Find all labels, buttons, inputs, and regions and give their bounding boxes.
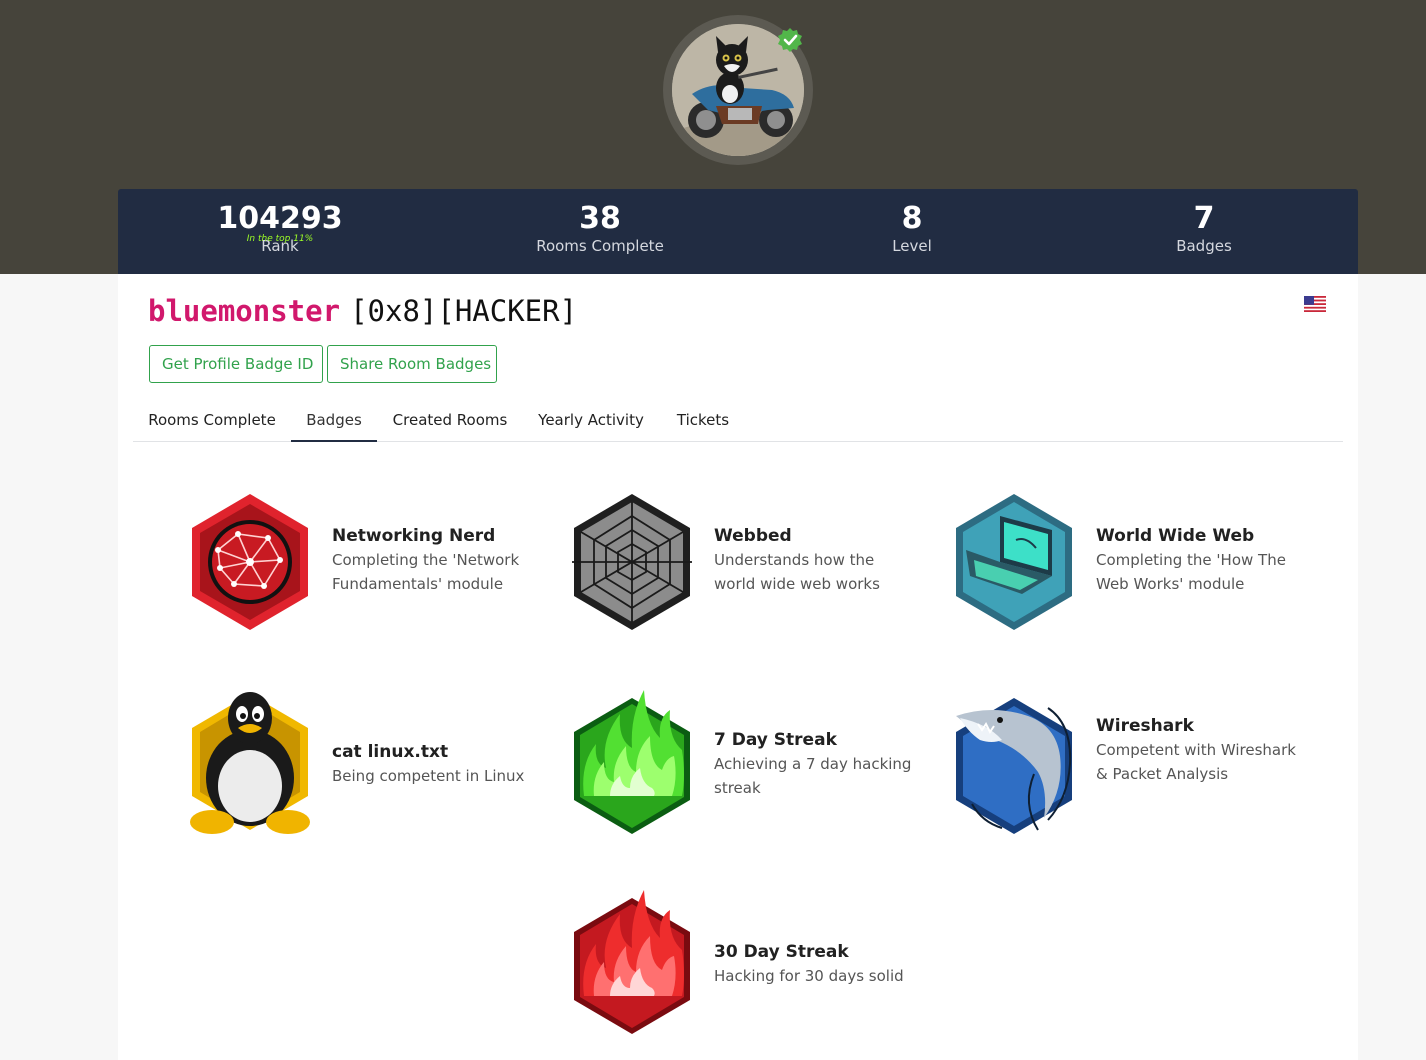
badge-description: Being competent in Linux xyxy=(332,767,525,785)
badge-description: Understands how the world wide web works xyxy=(714,551,880,593)
badge-7-day-streak[interactable]: 7 Day Streak Achieving a 7 day hacking s… xyxy=(570,684,950,854)
badge-title: Wireshark xyxy=(1096,716,1194,736)
badge-description: Competent with Wireshark & Packet Analys… xyxy=(1096,741,1296,783)
level-value: 8 xyxy=(901,201,923,236)
red-fire-icon xyxy=(574,890,690,1034)
badge-networking-nerd[interactable]: Networking Nerd Completing the 'Network … xyxy=(188,490,568,660)
badges-count-value: 7 xyxy=(1193,201,1215,236)
laptop-web-icon xyxy=(956,494,1072,630)
rooms-complete-label: Rooms Complete xyxy=(536,237,664,255)
level-stat: 8 Level xyxy=(802,201,1022,255)
level-label: Level xyxy=(892,237,932,255)
stats-bar: 104293 In the top 11% Rank 38 Rooms Comp… xyxy=(118,189,1358,274)
linux-penguin-icon xyxy=(190,692,310,834)
rooms-complete-stat: 38 Rooms Complete xyxy=(490,201,710,255)
tab-yearly-activity[interactable]: Yearly Activity xyxy=(531,402,651,442)
badge-world-wide-web[interactable]: World Wide Web Completing the 'How The W… xyxy=(952,490,1332,660)
rank-value: 104293 xyxy=(217,201,343,236)
badge-wireshark[interactable]: Wireshark Competent with Wireshark & Pac… xyxy=(952,694,1332,864)
badge-title: 7 Day Streak xyxy=(714,730,837,750)
username-heading: bluemonster [0x8][HACKER] xyxy=(148,294,577,328)
profile-tabs: Rooms Complete Badges Created Rooms Year… xyxy=(133,402,1343,442)
badge-description: Hacking for 30 days solid xyxy=(714,967,904,985)
username: bluemonster xyxy=(148,294,341,328)
user-rank-tag: [0x8][HACKER] xyxy=(350,294,578,328)
badge-webbed[interactable]: Webbed Understands how the world wide we… xyxy=(570,490,950,660)
share-room-badges-button[interactable]: Share Room Badges xyxy=(327,345,497,383)
rank-percentile: In the top 11% xyxy=(246,234,314,244)
network-globe-icon xyxy=(192,494,308,630)
badge-cat-linux[interactable]: cat linux.txt Being competent in Linux xyxy=(188,680,568,850)
tab-rooms-complete[interactable]: Rooms Complete xyxy=(135,402,289,442)
us-flag-icon xyxy=(1304,296,1326,312)
badge-30-day-streak[interactable]: 30 Day Streak Hacking for 30 days solid xyxy=(570,884,950,1054)
badge-description: Completing the 'How The Web Works' modul… xyxy=(1096,551,1286,593)
badge-title: Webbed xyxy=(714,526,792,546)
badge-description: Achieving a 7 day hacking streak xyxy=(714,755,912,797)
badge-title: World Wide Web xyxy=(1096,526,1255,546)
spider-web-icon xyxy=(572,494,692,630)
profile-card: bluemonster [0x8][HACKER] Get Profile Bad… xyxy=(118,274,1358,1060)
green-fire-icon xyxy=(574,690,690,834)
badge-title: cat linux.txt xyxy=(332,742,449,762)
tab-tickets[interactable]: Tickets xyxy=(669,402,737,442)
wireshark-shark-icon xyxy=(956,698,1072,834)
badge-title: 30 Day Streak xyxy=(714,942,849,962)
get-profile-badge-id-button[interactable]: Get Profile Badge ID xyxy=(149,345,323,383)
rank-stat: 104293 In the top 11% Rank xyxy=(170,201,390,255)
badges-count-label: Badges xyxy=(1176,237,1232,255)
badges-stat: 7 Badges xyxy=(1094,201,1314,255)
badge-title: Networking Nerd xyxy=(332,526,496,546)
rooms-complete-value: 38 xyxy=(579,201,621,236)
tab-created-rooms[interactable]: Created Rooms xyxy=(387,402,513,442)
tab-badges[interactable]: Badges xyxy=(291,402,377,442)
verified-check-icon xyxy=(778,28,802,52)
badge-description: Completing the 'Network Fundamentals' mo… xyxy=(332,551,520,593)
